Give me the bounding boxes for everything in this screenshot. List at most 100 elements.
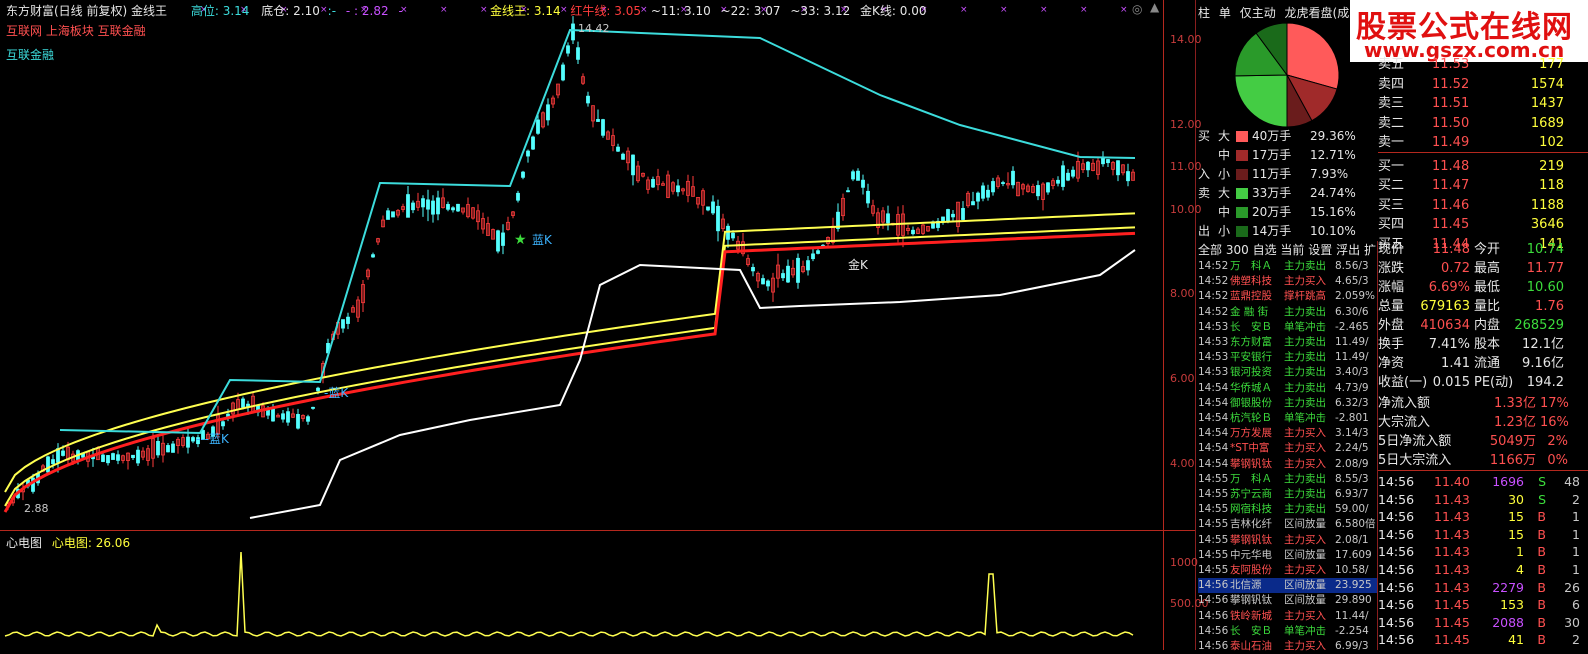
radar-row[interactable]: 14:53 平安银行 主力卖出 11.49/	[1198, 350, 1378, 365]
radar-row[interactable]: 14:52 佛塑科技 主力买入 4.65/3	[1198, 274, 1378, 289]
ecg-oscillator-line	[4, 551, 1134, 637]
radar-stock: 银河投资	[1230, 366, 1272, 379]
radar-row[interactable]: 14:52 金 融 街 主力卖出 6.30/6	[1198, 305, 1378, 320]
order-price: 11.50	[1432, 115, 1470, 131]
ticker-tab-all[interactable]: 全部	[1198, 243, 1222, 257]
flow-amount: 40万手	[1252, 129, 1292, 143]
radar-row[interactable]: 14:55 中元华电 区间放量 17.609	[1198, 548, 1378, 563]
radar-row[interactable]: 14:56 泰山石油 主力买入 6.99/3	[1198, 639, 1378, 654]
tab-single[interactable]: 单	[1219, 6, 1231, 20]
ticker-tab-watchlist[interactable]: 自选	[1253, 243, 1277, 257]
trade-price: 11.45	[1434, 597, 1470, 613]
trade-time: 14:56	[1378, 579, 1415, 595]
order-book-row[interactable]: 买四 11.45 3646	[1378, 216, 1588, 234]
radar-row[interactable]: 14:56 铁岭新城 主力买入 11.44/	[1198, 609, 1378, 624]
radar-value: 4.73/9	[1335, 381, 1369, 394]
trade-row[interactable]: 14:56 11.45 41 B 2	[1378, 630, 1588, 649]
candle-body	[786, 265, 790, 283]
order-book-row[interactable]: 买一 11.48 219	[1378, 158, 1588, 176]
trade-row[interactable]: 14:56 11.43 2279 B 26	[1378, 578, 1588, 597]
radar-time: 14:54	[1198, 396, 1229, 409]
radar-row[interactable]: 14:54 攀钢钒钛 主力买入 2.08/9	[1198, 457, 1378, 472]
radar-value: 3.14/3	[1335, 427, 1369, 440]
quote-label: 流通	[1474, 356, 1501, 371]
trade-row[interactable]: 14:56 11.43 30 S 2	[1378, 490, 1588, 509]
radar-row[interactable]: 14:55 攀钢钒钛 主力买入 2.08/1	[1198, 533, 1378, 548]
trade-row[interactable]: 14:56 11.43 15 B 1	[1378, 525, 1588, 544]
ticker-tab-300[interactable]: 300	[1226, 243, 1249, 257]
trade-row[interactable]: 14:56 11.40 1696 S 48	[1378, 472, 1588, 491]
radar-row[interactable]: 14:54 华侨城Ａ 主力卖出 4.73/9	[1198, 381, 1378, 396]
radar-type: 主力卖出	[1284, 381, 1326, 394]
radar-row[interactable]: 14:55 友阿股份 主力买入 10.58/	[1198, 563, 1378, 578]
order-price: 11.45	[1432, 217, 1470, 232]
radar-row[interactable]: 14:53 银河投资 主力卖出 3.40/3	[1198, 365, 1378, 380]
trade-row[interactable]: 14:56 11.43 15 B 1	[1378, 507, 1588, 526]
candle-body	[101, 454, 105, 462]
order-book-row[interactable]: 卖三 11.51 1437	[1378, 95, 1588, 113]
watermark-logo: 股票公式在线网 www.gszx.com.cn	[1350, 0, 1588, 62]
radar-row[interactable]: 14:54 万方发展 主力买入 3.14/3	[1198, 426, 1378, 441]
low-value: 2.10	[293, 4, 320, 18]
ticker-tab-float[interactable]: 浮出	[1336, 243, 1360, 257]
red-bull-line	[3, 231, 1136, 513]
radar-row[interactable]: 14:56 北信源 区间放量 23.925	[1198, 578, 1378, 594]
quote-value: 679163	[1420, 299, 1470, 314]
candle-body	[341, 319, 345, 329]
radar-row[interactable]: 14:54 御银股份 主力卖出 6.32/3	[1198, 396, 1378, 411]
radar-value: 11.44/	[1335, 609, 1369, 622]
quote-value: 6.69%	[1428, 280, 1470, 295]
radar-row[interactable]: 14:53 长 安Ｂ 单笔冲击 -2.465	[1198, 320, 1378, 335]
gold-k-label-1: 金K	[848, 258, 868, 272]
trade-row[interactable]: 14:56 11.45 153 B 6	[1378, 595, 1588, 614]
radar-row[interactable]: 14:52 蓝鼎控股 撑杆跳高 2.059%	[1198, 289, 1378, 304]
radar-value: 10.58/	[1335, 564, 1369, 576]
radar-row[interactable]: 14:52 万 科Ａ 主力卖出 8.56/3	[1198, 259, 1378, 274]
trade-row[interactable]: 14:56 11.45 2088 B 30	[1378, 613, 1588, 632]
order-book-row[interactable]: 卖五 11.53 177	[1378, 56, 1588, 74]
chart-scroll-up-icon[interactable]: ▲	[1150, 0, 1159, 14]
ticker-tab-expand[interactable]: 扩	[1364, 243, 1376, 257]
radar-row[interactable]: 14:56 长 安Ｂ 单笔冲击 -2.254	[1198, 624, 1378, 639]
radar-row[interactable]: 14:53 东方财富 主力卖出 11.49/	[1198, 335, 1378, 350]
radar-stock: 吉林化纤	[1230, 518, 1272, 531]
order-book-row[interactable]: 买二 11.47 118	[1378, 177, 1588, 195]
candle-body	[406, 194, 410, 218]
flow-size: 小	[1218, 167, 1231, 181]
trade-side: B	[1537, 509, 1546, 525]
radar-row[interactable]: 14:55 网宿科技 主力卖出 59.00/	[1198, 502, 1378, 517]
quote-value: 194.2	[1526, 375, 1564, 390]
trade-row[interactable]: 14:56 11.43 4 B 1	[1378, 560, 1588, 579]
candle-body	[861, 179, 865, 188]
tab-active-only[interactable]: 仅主动	[1240, 6, 1276, 20]
radar-row[interactable]: 14:54 杭汽轮Ｂ 单笔冲击 -2.801	[1198, 411, 1378, 426]
ticker-tab-current[interactable]: 当前	[1280, 243, 1304, 257]
tab-bar[interactable]: 柱	[1198, 6, 1210, 20]
radar-row[interactable]: 14:54 *ST中富 主力买入 2.24/5	[1198, 441, 1378, 456]
signal-mark: ×	[960, 5, 968, 15]
quote-value: 11.48	[1432, 242, 1470, 257]
radar-row[interactable]: 14:55 苏宁云商 主力卖出 6.93/7	[1198, 487, 1378, 502]
ecg-panel-title: 心电图 心电图: 26.06	[6, 534, 130, 551]
radar-value: 6.93/7	[1335, 488, 1369, 500]
flow-pct: 10.10%	[1310, 224, 1356, 238]
candle-body	[941, 216, 945, 222]
order-volume: 177	[1539, 57, 1564, 72]
quote-label: 涨跌	[1378, 261, 1405, 276]
radar-row[interactable]: 14:55 吉林化纤 区间放量 6.580倍	[1198, 517, 1378, 532]
radar-row[interactable]: 14:55 万 科Ａ 主力卖出 8.55/3	[1198, 472, 1378, 487]
trade-row[interactable]: 14:56 11.43 1 B 1	[1378, 542, 1588, 561]
order-book-row[interactable]: 卖二 11.50 1689	[1378, 115, 1588, 133]
price-chart[interactable]: × × × × × × × × × × × × × × × × × × × × × × × ×	[0, 0, 1195, 650]
chart-settings-icon[interactable]: ◎	[1132, 2, 1142, 16]
radar-row[interactable]: 14:56 攀钢钒钛 区间放量 29.890	[1198, 593, 1378, 608]
trade-side: B	[1537, 632, 1546, 648]
quote-label: 今开	[1474, 242, 1501, 257]
candle-body	[531, 136, 535, 150]
order-book-row[interactable]: 卖四 11.52 1574	[1378, 76, 1588, 94]
order-book-row[interactable]: 卖一 11.49 102	[1378, 134, 1588, 152]
ticker-tab-settings[interactable]: 设置	[1308, 243, 1332, 257]
radar-time: 14:53	[1198, 320, 1229, 333]
order-volume: 219	[1539, 158, 1564, 174]
order-book-row[interactable]: 买三 11.46 1188	[1378, 197, 1588, 215]
